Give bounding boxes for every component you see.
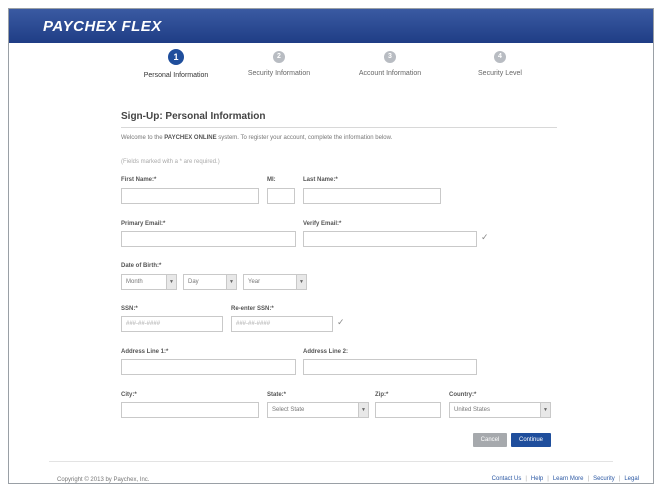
dob-year-select[interactable]: Year ▼ [243, 274, 307, 290]
paychex-flex-logo: PAYCHEX FLEX [43, 18, 162, 35]
state-value: Select State [272, 407, 305, 413]
cancel-button[interactable]: Cancel [473, 433, 507, 447]
address-line1-label: Address Line 1:* [121, 349, 169, 355]
first-name-label: First Name:* [121, 177, 157, 183]
step-label: Security Information [247, 70, 311, 77]
last-name-field[interactable] [303, 188, 441, 204]
address-line2-field[interactable] [303, 359, 477, 375]
city-field[interactable] [121, 402, 259, 418]
address-line1-field[interactable] [121, 359, 296, 375]
chevron-down-icon: ▼ [226, 275, 236, 289]
reenter-ssn-check-icon: ✓ [337, 317, 345, 327]
continue-button[interactable]: Continue [511, 433, 551, 447]
footer-link-help[interactable]: Help [531, 476, 543, 482]
title-divider [121, 127, 557, 128]
step-label: Personal Information [143, 72, 209, 79]
intro-prefix: Welcome to the [121, 135, 165, 141]
primary-email-label: Primary Email:* [121, 221, 166, 227]
state-select[interactable]: Select State ▼ [267, 402, 369, 418]
required-note: (Fields marked with a * are required.) [121, 159, 220, 165]
address-line2-label: Address Line 2: [303, 349, 349, 355]
primary-email-field[interactable] [121, 231, 296, 247]
reenter-ssn-label: Re-enter SSN:* [231, 306, 274, 312]
page-title: Sign-Up: Personal Information [121, 111, 266, 122]
chevron-down-icon: ▼ [540, 403, 550, 417]
state-label: State:* [267, 392, 287, 398]
step-2-icon: 2 [273, 51, 285, 63]
zip-field[interactable] [375, 402, 441, 418]
step-security-level: 4 Security Level [445, 49, 555, 77]
step-account-information: 3 Account Information [335, 49, 445, 77]
verify-email-check-icon: ✓ [481, 232, 489, 242]
reenter-ssn-field[interactable]: ###-##-#### [231, 316, 333, 332]
step-3-icon: 3 [384, 51, 396, 63]
last-name-label: Last Name:* [303, 177, 338, 183]
copyright-text: Copyright © 2013 by Paychex, Inc. [57, 477, 150, 483]
separator: | [525, 476, 527, 482]
signup-window: PAYCHEX FLEX 1 Personal Information 2 Se… [8, 8, 654, 484]
step-4-icon: 4 [494, 51, 506, 63]
footer-link-learn-more[interactable]: Learn More [553, 476, 584, 482]
zip-label: Zip:* [375, 392, 389, 398]
dob-day-value: Day [188, 279, 199, 285]
footer-links: Contact Us | Help | Learn More | Security | Lega… [492, 476, 639, 482]
mi-field[interactable] [267, 188, 295, 204]
footer-divider [49, 461, 613, 462]
country-label: Country:* [449, 392, 477, 398]
verify-email-field[interactable] [303, 231, 477, 247]
step-label: Security Level [478, 70, 522, 77]
footer-link-security[interactable]: Security [593, 476, 615, 482]
separator: | [547, 476, 549, 482]
step-1-icon: 1 [168, 49, 184, 65]
verify-email-label: Verify Email:* [303, 221, 342, 227]
header-bar: PAYCHEX FLEX [9, 9, 653, 43]
separator: | [618, 476, 621, 482]
intro-suffix: system. To register your account, comple… [216, 135, 393, 141]
mi-label: MI: [267, 177, 276, 183]
country-select[interactable]: United States ▼ [449, 402, 551, 418]
chevron-down-icon: ▼ [166, 275, 176, 289]
step-label: Account Information [358, 70, 422, 77]
footer-link-legal[interactable]: Legal [624, 476, 639, 482]
dob-year-value: Year [248, 279, 261, 285]
chevron-down-icon: ▼ [358, 403, 368, 417]
chevron-down-icon: ▼ [296, 275, 306, 289]
first-name-field[interactable] [121, 188, 259, 204]
dob-label: Date of Birth:* [121, 263, 162, 269]
footer-link-contact-us[interactable]: Contact Us [492, 476, 522, 482]
step-personal-information: 1 Personal Information [121, 49, 231, 79]
step-security-information: 2 Security Information [224, 49, 334, 77]
dob-month-value: Month [126, 279, 143, 285]
intro-system-name: PAYCHEX ONLINE [164, 135, 217, 141]
city-label: City:* [121, 392, 137, 398]
country-value: United States [454, 407, 491, 413]
ssn-field[interactable]: ###-##-#### [121, 316, 223, 332]
progress-steps: 1 Personal Information 2 Security Inform… [9, 49, 653, 99]
dob-day-select[interactable]: Day ▼ [183, 274, 237, 290]
ssn-label: SSN:* [121, 306, 138, 312]
intro-text: Welcome to the PAYCHEX ONLINE system. To… [121, 135, 392, 141]
dob-month-select[interactable]: Month ▼ [121, 274, 177, 290]
separator: | [587, 476, 590, 482]
